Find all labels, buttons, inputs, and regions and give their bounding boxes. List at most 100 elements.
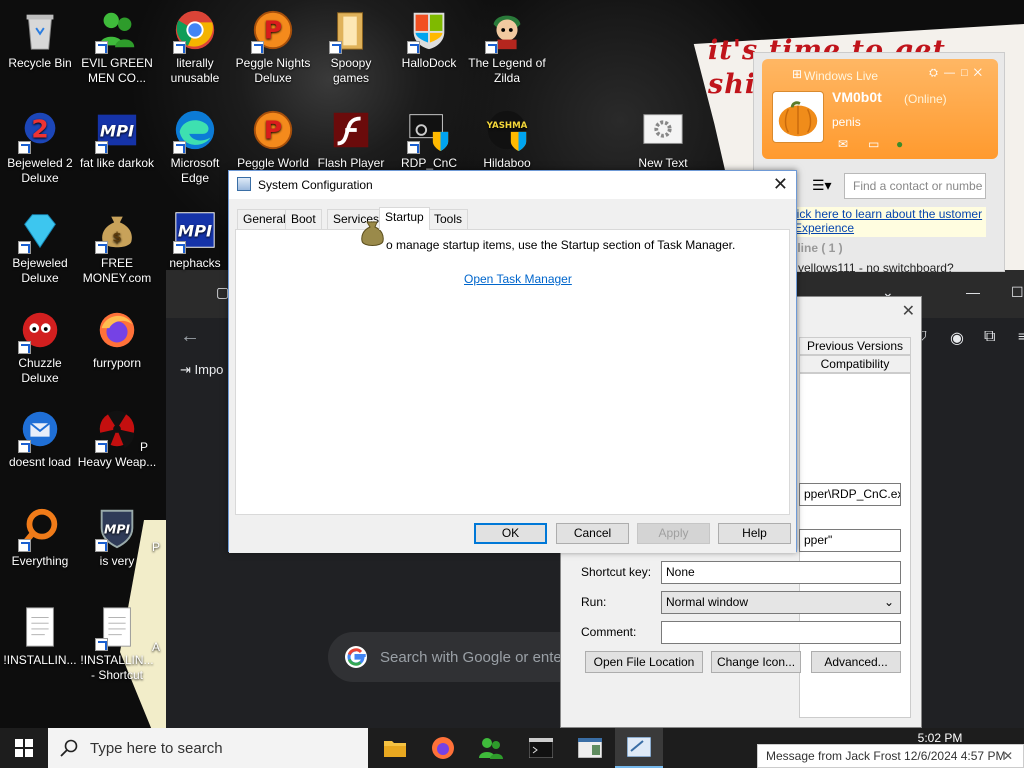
tab-compatibility[interactable]: Compatibility [799, 355, 911, 373]
messenger-online-group[interactable]: nline ( 1 ) [790, 241, 986, 255]
desktop-icon-nephacks[interactable]: MPI nephacks [155, 206, 235, 271]
messenger-buddies-icon [479, 738, 503, 759]
cancel-button[interactable]: Cancel [556, 523, 629, 544]
desktop-icon-recycle-bin[interactable]: Recycle Bin [0, 6, 80, 71]
desktop-icon-furryporn[interactable]: furryporn [77, 306, 157, 371]
shortcut-arrow-icon [95, 41, 108, 54]
ok-button[interactable]: OK [474, 523, 547, 544]
folder-icon[interactable]: ▭ [868, 137, 879, 151]
desktop-icon-peggle-world[interactable]: P Peggle World [233, 106, 313, 171]
messenger-display-name[interactable]: VM0b0t [832, 89, 882, 105]
tab-startup[interactable]: Startup [379, 207, 430, 230]
run-select[interactable]: Normal window ⌄ [661, 591, 901, 614]
notification-toast[interactable]: Message from Jack Frost 12/6/2024 4:57 P… [757, 744, 1024, 768]
start-in-field[interactable]: pper" [799, 529, 901, 552]
comment-field[interactable] [661, 621, 901, 644]
startup-tab-pane: o manage startup items, use the Startup … [235, 229, 790, 515]
minimize-icon[interactable]: — [966, 284, 980, 300]
desktop-icon-label: Chuzzle Deluxe [18, 356, 62, 385]
desktop-icon-bejeweled-2[interactable]: 2 Bejeweled 2 Deluxe [0, 106, 80, 186]
menu-icon[interactable]: ≡ [1018, 328, 1024, 344]
globe-icon[interactable]: ● [896, 137, 903, 151]
messenger-contact-search[interactable]: Find a contact or numbe [844, 173, 986, 199]
back-icon[interactable]: ← [180, 325, 200, 348]
open-task-manager-link[interactable]: Open Task Manager [464, 272, 572, 286]
tab-general[interactable]: General [237, 209, 292, 229]
shortcut-arrow-icon [18, 341, 31, 354]
taskbar-file-explorer[interactable] [371, 728, 419, 768]
help-button[interactable]: Help [718, 523, 791, 544]
desktop-icon-label: Hildaboo [483, 156, 531, 170]
folder-icon [384, 741, 406, 757]
close-icon[interactable]: ✕ [902, 301, 915, 321]
desktop-icon-partial-3[interactable]: A [152, 640, 172, 655]
taskbar-msconfig[interactable] [615, 728, 663, 768]
taskbar-firefox[interactable] [419, 728, 467, 768]
messenger-window-controls[interactable]: ⛭—□✕ [929, 67, 988, 80]
desktop-icon-literally-unusable[interactable]: literally unusable [155, 6, 235, 86]
desktop-icon-everything[interactable]: Everything [0, 504, 80, 569]
change-icon-button[interactable]: Change Icon... [711, 651, 801, 673]
desktop-icon-installing-shortcut[interactable]: !INSTALLIN... - Shortcut [77, 603, 157, 683]
taskbar-clock[interactable]: 5:02 PM [905, 731, 975, 745]
apply-button[interactable]: Apply [637, 523, 710, 544]
view-options-icon[interactable]: ☰▾ [812, 177, 832, 194]
messenger-contact-item[interactable]: yellows111 - no switchboard? [798, 261, 998, 275]
desktop-icon-doesnt-load[interactable]: doesnt load [0, 405, 80, 470]
tab-previous-versions[interactable]: Previous Versions [799, 337, 911, 355]
desktop-icon-legend-of-zilda[interactable]: The Legend of Zilda [467, 6, 547, 86]
shortcut-key-field[interactable]: None [661, 561, 901, 584]
desktop-icon-fat-like-darkok[interactable]: MPI fat like darkok [77, 106, 157, 171]
messenger-personal-message[interactable]: penis [832, 115, 861, 129]
maximize-icon[interactable]: ☐ [1011, 284, 1024, 301]
tab-tools[interactable]: Tools [428, 209, 469, 229]
yashma-text: YASHMA [486, 121, 528, 131]
desktop-icon-heavy-weapon[interactable]: Heavy Weap... [77, 405, 157, 470]
tab-boot[interactable]: Boot [285, 209, 322, 229]
desktop-icon-free-money[interactable]: $ FREE MONEY.com [77, 206, 157, 286]
account-icon[interactable]: ◉ [950, 328, 964, 348]
desktop-icon-label: FREE MONEY.com [82, 256, 152, 285]
desktop-icon-partial-2[interactable]: P [152, 540, 172, 555]
dialog-titlebar[interactable]: System Configuration ✕ [229, 171, 796, 199]
desktop-icon-installing[interactable]: !INSTALLIN... [0, 603, 80, 668]
desktop-icon-rdp-cnc[interactable]: RDP_CnC [389, 106, 469, 171]
desktop-icon-chuzzle[interactable]: Chuzzle Deluxe [0, 306, 80, 386]
desktop-icon-peggle-nights[interactable]: P Peggle Nights Deluxe [233, 6, 313, 86]
messenger-header: ⊞ Windows Live ⛭—□✕ VM0b0t (Online) peni… [762, 59, 998, 159]
desktop: it's time to get shit and or t ▢ ⌄ — ☐ ←… [0, 0, 1024, 728]
desktop-icon-flash-player[interactable]: Flash Player [311, 106, 391, 171]
svg-text:MPI: MPI [178, 222, 212, 241]
target-field[interactable]: pper\RDP_CnC.exe" [799, 483, 901, 506]
start-button[interactable] [0, 728, 48, 768]
mail-icon[interactable]: ✉ [838, 137, 848, 151]
taskbar-properties-app[interactable] [566, 728, 614, 768]
extensions-icon[interactable]: ⧉ [984, 328, 995, 346]
import-bookmarks[interactable]: ⇥ Impo [180, 362, 223, 378]
folder-icon [327, 6, 375, 54]
close-icon[interactable]: ✕ [1003, 745, 1013, 767]
desktop-icon-microsoft-edge[interactable]: Microsoft Edge [155, 106, 235, 186]
messenger-ad-link[interactable]: lick here to learn about the ustomer Exp… [790, 207, 986, 237]
advanced-button[interactable]: Advanced... [811, 651, 901, 673]
desktop-icon-hildaboo[interactable]: YASHMA Hildaboo [467, 106, 547, 171]
desktop-icon-hallodock[interactable]: HalloDock [389, 6, 469, 71]
money-bag-icon: $ [93, 206, 141, 254]
open-file-location-button[interactable]: Open File Location [585, 651, 703, 673]
system-configuration-dialog[interactable]: System Configuration ✕ General Boot Serv… [228, 170, 797, 553]
desktop-icon-spoopy-games[interactable]: Spoopy games [311, 6, 391, 86]
desktop-icon-bejeweled-deluxe[interactable]: Bejeweled Deluxe [0, 206, 80, 286]
taskbar-search-box[interactable]: Type here to search [48, 728, 368, 768]
messenger-status[interactable]: (Online) [904, 92, 947, 106]
messenger-avatar[interactable] [772, 91, 824, 143]
terminal-icon [529, 738, 553, 758]
taskbar-terminal[interactable] [517, 728, 565, 768]
desktop-icon-evil-green-men[interactable]: EVIL GREEN MEN CO... [77, 6, 157, 86]
taskbar-messenger[interactable] [467, 728, 515, 768]
desktop-icon-is-very[interactable]: MPI is very [77, 504, 157, 569]
desktop-icon-label: doesnt load [8, 455, 72, 469]
peggle-icon: P [249, 6, 297, 54]
close-icon[interactable]: ✕ [773, 174, 788, 195]
desktop-icon-new-text[interactable]: New Text [623, 106, 703, 171]
desktop-icon-partial-1[interactable]: P [140, 440, 164, 455]
